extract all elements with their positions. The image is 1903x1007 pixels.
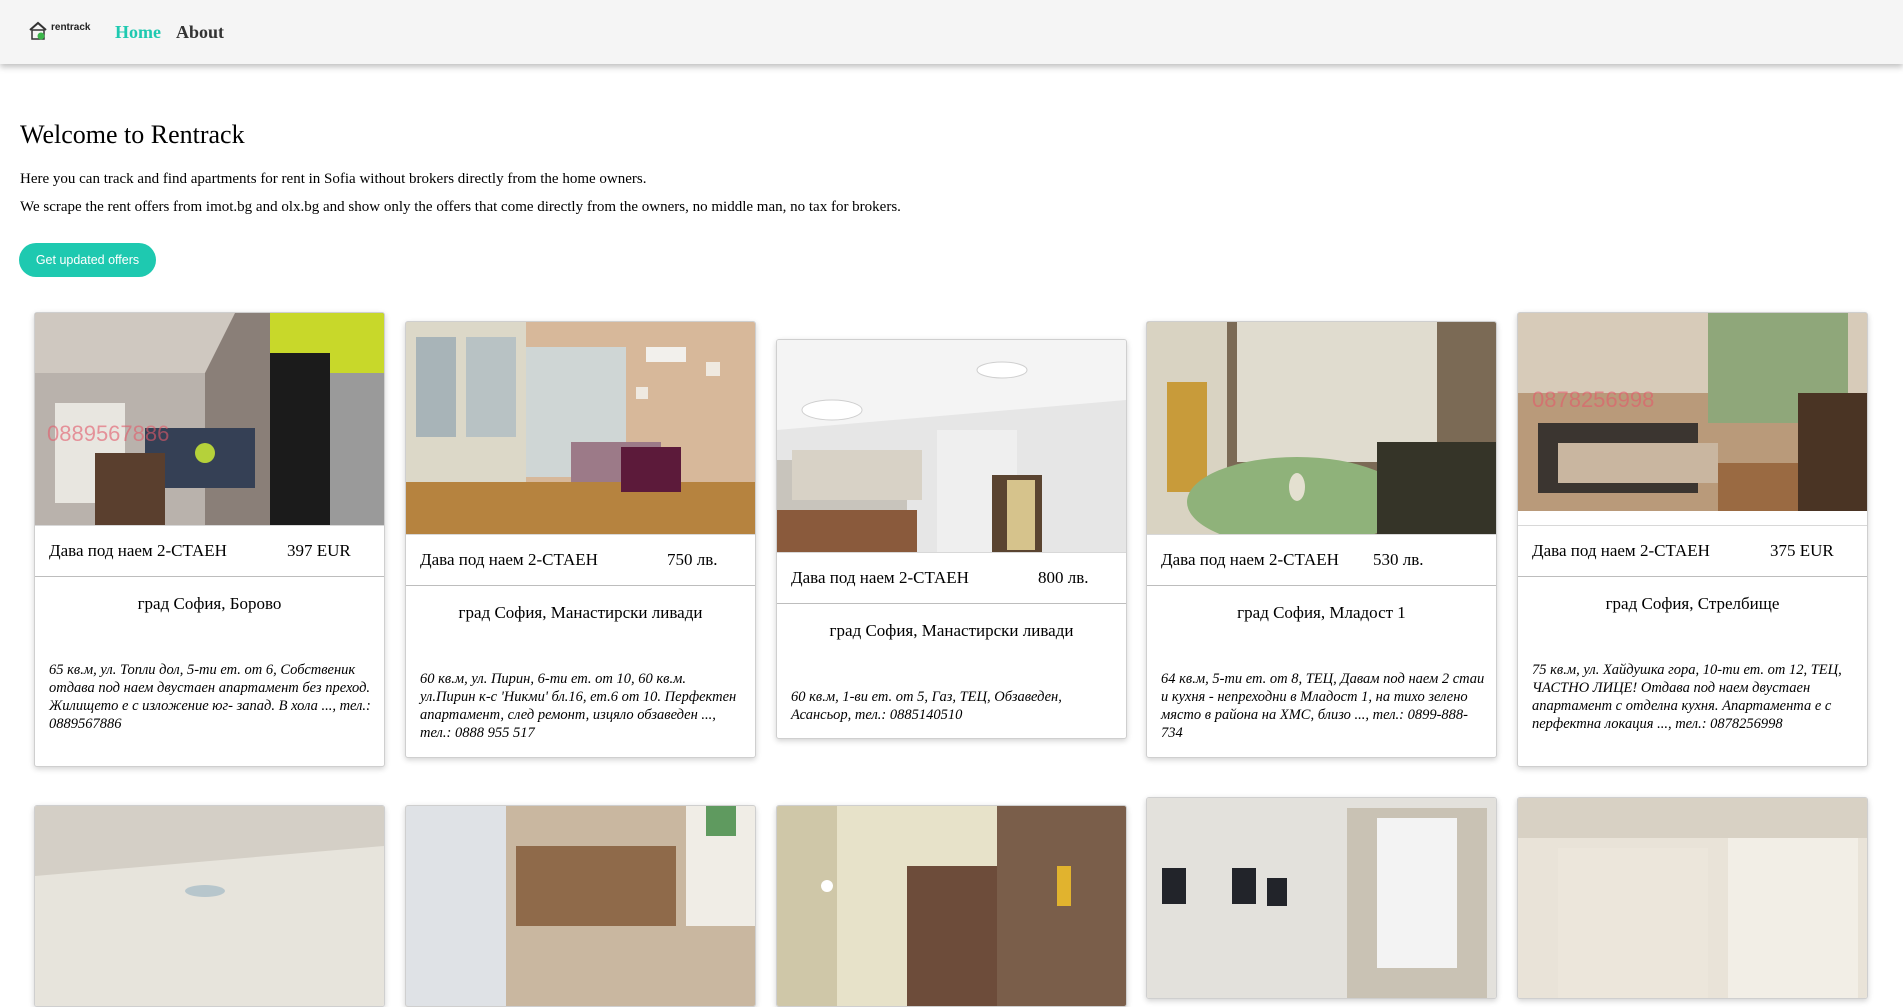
page-title: Welcome to Rentrack (20, 120, 245, 149)
offer-description: 75 кв.м, ул. Хайдушка гора, 10-ти ет. от… (1532, 662, 1842, 732)
intro-line-2: We scrape the rent offers from imot.bg a… (20, 199, 901, 215)
offer-card[interactable] (1517, 797, 1868, 999)
phone-watermark: 0878256998 (1532, 387, 1654, 412)
offer-location: град София, Стрелбище (1605, 594, 1780, 613)
apartment-photo: 0878256998 (1518, 313, 1867, 525)
offer-description: 60 кв.м, ул. Пирин, 6-ти ет. от 10, 60 к… (420, 671, 737, 741)
offer-title: Дава под наем 2-СТАЕН (791, 568, 969, 587)
offer-card[interactable] (776, 805, 1127, 1007)
offer-price: 800 лв. (1038, 568, 1089, 587)
apartment-photo (406, 806, 755, 1006)
offer-location: град София, Борово (137, 594, 282, 613)
offer-price: 375 EUR (1770, 541, 1834, 560)
offer-description: 60 кв.м, 1-ви ет. от 5, Газ, ТЕЦ, Обзаве… (791, 689, 1062, 723)
offer-title: Дава под наем 2-СТАЕН (49, 541, 227, 560)
offer-title: Дава под наем 2-СТАЕН (420, 550, 598, 569)
offer-location: град София, Манастирски ливади (829, 621, 1074, 640)
nav-about-link[interactable]: About (176, 22, 224, 43)
top-navbar: rentrack Home About (0, 0, 1903, 64)
house-icon (29, 21, 47, 40)
offer-card[interactable]: Дава под наем 2-СТАЕН 800 лв. град София… (776, 339, 1127, 739)
apartment-photo: 0889567886 (35, 313, 384, 525)
offer-card-header: Дава под наем 2-СТАЕН 800 лв. (777, 552, 1126, 604)
offer-price: 530 лв. (1373, 550, 1424, 569)
offer-card[interactable]: 0889567886 Дава под наем 2-СТАЕН 397 EUR… (34, 312, 385, 767)
offer-description: 65 кв.м, ул. Топли дол, 5-ти ет. от 6, С… (49, 662, 371, 732)
apartment-photo (777, 340, 1126, 552)
offer-card[interactable] (1146, 797, 1497, 999)
offer-location: град София, Манастирски ливади (458, 603, 703, 622)
apartment-photo (35, 806, 384, 1006)
offer-card-header: Дава под наем 2-СТАЕН 750 лв. (406, 534, 755, 586)
offer-title: Дава под наем 2-СТАЕН (1532, 541, 1710, 560)
offer-card[interactable]: Дава под наем 2-СТАЕН 530 лв. град София… (1146, 321, 1497, 758)
offer-price: 397 EUR (287, 541, 351, 560)
offer-price: 750 лв. (667, 550, 718, 569)
apartment-photo (1518, 798, 1867, 998)
apartment-photo (1147, 798, 1496, 998)
intro-line-1: Here you can track and find apartments f… (20, 171, 647, 187)
offer-card-header: Дава под наем 2-СТАЕН 375 EUR (1518, 525, 1867, 577)
apartment-photo (777, 806, 1126, 1006)
offer-card[interactable]: 0878256998 Дава под наем 2-СТАЕН 375 EUR… (1517, 312, 1868, 767)
rentrack-logo[interactable]: rentrack (27, 20, 91, 44)
offer-card-header: Дава под наем 2-СТАЕН 530 лв. (1147, 534, 1496, 586)
nav-home-link[interactable]: Home (115, 22, 161, 43)
offer-card[interactable] (34, 805, 385, 1007)
offer-title: Дава под наем 2-СТАЕН (1161, 550, 1339, 569)
apartment-photo (1147, 322, 1496, 534)
apartment-photo (406, 322, 755, 534)
offer-card[interactable] (405, 805, 756, 1007)
get-updated-offers-button[interactable]: Get updated offers (19, 243, 156, 277)
logo-text: rentrack (51, 22, 91, 33)
offer-description: 64 кв.м, 5-ти ет. от 8, ТЕЦ, Давам под н… (1161, 671, 1485, 741)
offer-card-header: Дава под наем 2-СТАЕН 397 EUR (35, 525, 384, 577)
offer-location: град София, Младост 1 (1237, 603, 1406, 622)
offer-card[interactable]: Дава под наем 2-СТАЕН 750 лв. град София… (405, 321, 756, 758)
phone-watermark: 0889567886 (47, 421, 169, 446)
